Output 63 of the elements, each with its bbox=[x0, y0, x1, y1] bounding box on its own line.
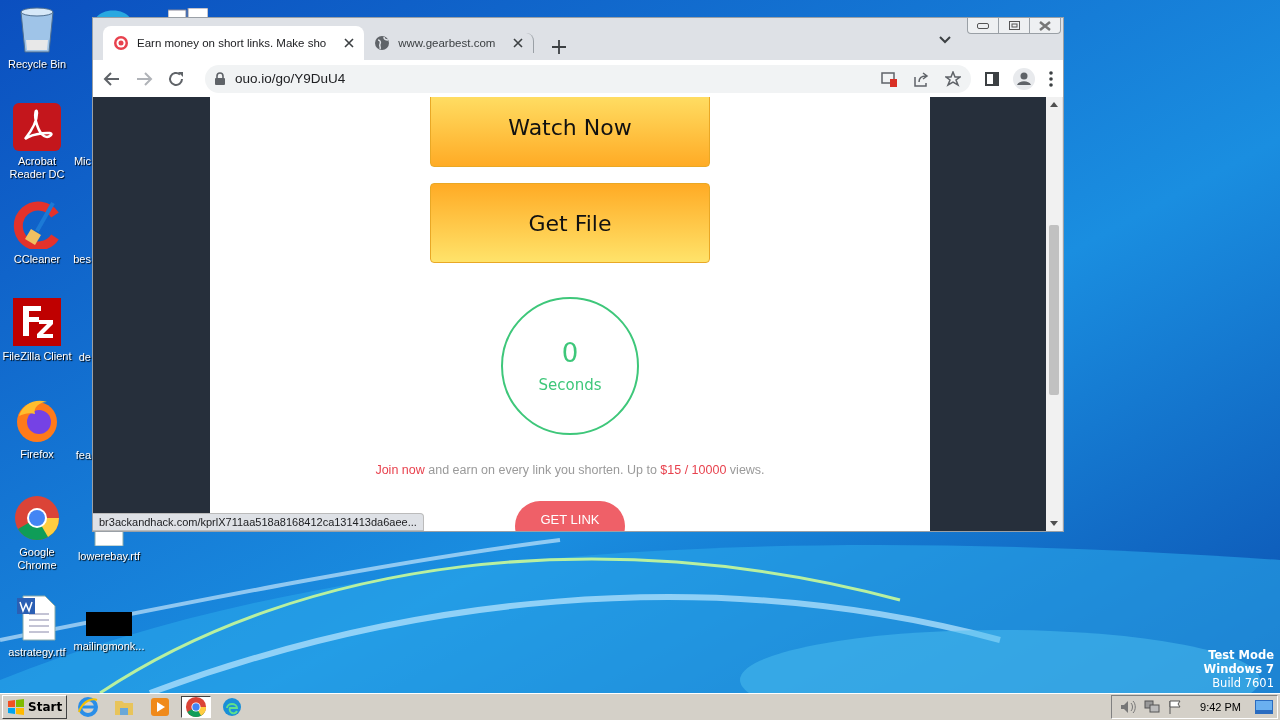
status-url: br3ackandhack.com/kprlX711aa518a8168412ca131413da6aee... bbox=[93, 513, 424, 531]
back-button[interactable] bbox=[103, 69, 121, 88]
speaker-icon[interactable] bbox=[1120, 700, 1137, 714]
maximize-icon bbox=[1008, 21, 1020, 30]
flag-icon[interactable] bbox=[1168, 700, 1183, 714]
countdown-value: 0 bbox=[561, 338, 579, 368]
app-icon bbox=[13, 201, 61, 249]
icon-label[interactable]: lowerebay.rtf bbox=[77, 550, 141, 563]
icon-label[interactable]: astrategy.rtf bbox=[8, 646, 66, 659]
system-notice-text: Windows 7 bbox=[1203, 662, 1274, 676]
clock[interactable]: 9:42 PM bbox=[1200, 701, 1241, 713]
address-bar[interactable]: ouo.io/go/Y9DuU4 bbox=[205, 64, 971, 93]
globe-icon bbox=[374, 35, 391, 51]
reload-button[interactable] bbox=[167, 69, 185, 88]
icon-label[interactable]: fea bbox=[75, 449, 91, 462]
start-button[interactable]: Start bbox=[2, 695, 68, 719]
get-link-button[interactable]: GET LINK bbox=[515, 501, 625, 531]
close-icon[interactable] bbox=[344, 38, 355, 48]
icon-label[interactable]: de bbox=[78, 351, 91, 364]
icon-label[interactable]: Mic bbox=[73, 155, 91, 168]
browser-tab[interactable]: www.gearbest.com bbox=[364, 33, 535, 53]
minimize-icon bbox=[977, 22, 989, 29]
system-notice-text: Test Mode bbox=[1208, 648, 1274, 662]
star-icon[interactable] bbox=[945, 70, 961, 87]
icon-label[interactable]: Google Chrome bbox=[17, 546, 57, 572]
taskbar-app-icon[interactable] bbox=[181, 696, 212, 718]
action-button[interactable]: Get File bbox=[430, 183, 710, 263]
thumbnail-icon bbox=[86, 612, 132, 636]
app-icon bbox=[13, 103, 61, 151]
close-icon[interactable] bbox=[513, 38, 524, 48]
icon-label[interactable]: mailingmonk... bbox=[73, 640, 145, 653]
trash-bin-icon bbox=[17, 6, 57, 54]
icon-label[interactable]: bes bbox=[73, 253, 91, 266]
url-text: ouo.io/go/Y9DuU4 bbox=[235, 71, 347, 86]
icon-label[interactable]: Recycle Bin bbox=[7, 58, 67, 71]
app-icon bbox=[13, 298, 61, 346]
system-notice-text: Build 7601 bbox=[1212, 676, 1274, 690]
icon-label[interactable]: CCleaner bbox=[13, 253, 61, 266]
join-link[interactable]: Join now bbox=[375, 463, 425, 477]
network-icon[interactable] bbox=[1144, 700, 1161, 714]
icon-label[interactable]: Acrobat Reader DC bbox=[9, 155, 65, 181]
popup-blocked-icon[interactable] bbox=[881, 70, 897, 87]
document-icon bbox=[168, 8, 208, 18]
scroll-up-arrow-icon[interactable] bbox=[1050, 102, 1058, 107]
action-button[interactable]: Watch Now bbox=[430, 97, 710, 167]
scrollbar-thumb[interactable] bbox=[1049, 225, 1059, 395]
scrollbar[interactable] bbox=[1046, 97, 1062, 531]
target-icon bbox=[113, 35, 129, 51]
start-logo-icon bbox=[7, 699, 25, 715]
lock-icon bbox=[215, 72, 225, 85]
countdown-unit: Seconds bbox=[538, 376, 602, 394]
chevron-down-icon[interactable] bbox=[939, 36, 951, 44]
scroll-down-arrow-icon[interactable] bbox=[1050, 521, 1058, 526]
icon-label[interactable]: FileZilla Client bbox=[2, 350, 72, 363]
icon-label[interactable]: Firefox bbox=[20, 448, 54, 461]
close-icon bbox=[1039, 20, 1051, 31]
profile-icon[interactable] bbox=[1013, 67, 1035, 90]
side-panel-icon[interactable] bbox=[985, 71, 999, 86]
app-icon bbox=[13, 494, 61, 542]
promo-text: Join now and earn on every link you shorten. Up to $15 / 10000 views. bbox=[375, 463, 765, 477]
browser-tab[interactable]: Earn money on short links. Make sho bbox=[103, 26, 365, 60]
menu-icon[interactable] bbox=[1049, 70, 1053, 87]
share-icon[interactable] bbox=[913, 70, 929, 87]
